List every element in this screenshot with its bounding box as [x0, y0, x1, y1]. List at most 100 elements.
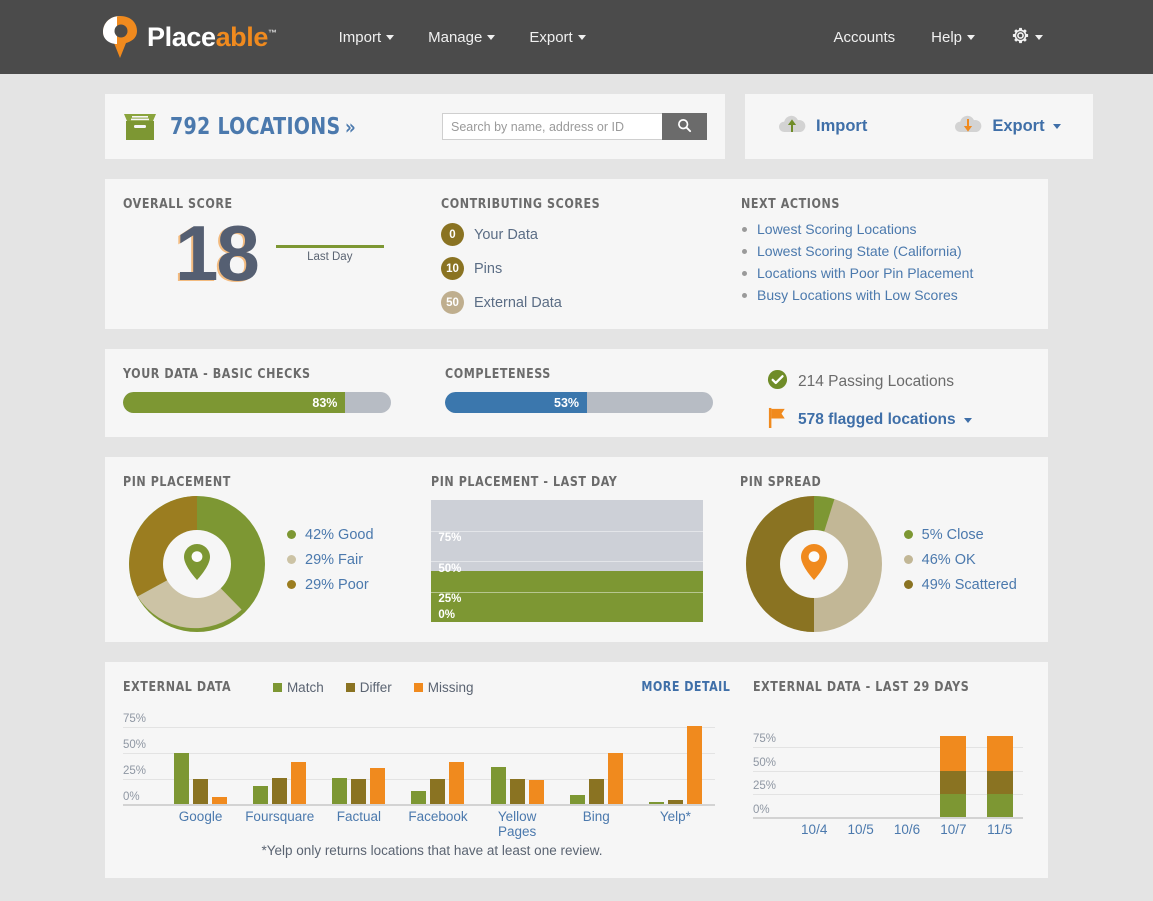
- legend-item: 5% Close: [904, 527, 1017, 543]
- gridline: [431, 592, 703, 593]
- bar: [510, 779, 525, 805]
- basic-checks-progress-fill: 83%: [123, 392, 345, 413]
- nav-item-import[interactable]: Import: [339, 29, 395, 46]
- x-tick-label: Facebook: [398, 809, 477, 824]
- trend-label: Last Day: [276, 251, 384, 263]
- contributing-score-row[interactable]: 50 External Data: [441, 291, 741, 314]
- search-box: [442, 113, 707, 140]
- legend-label: Missing: [428, 680, 474, 695]
- score-badge: 10: [441, 257, 464, 280]
- external-data-title: EXTERNAL DATA: [123, 680, 231, 695]
- passing-summary-section: 214 Passing Locations 578 flagged locati…: [767, 367, 1048, 437]
- locations-count-link[interactable]: 792 LOCATIONS»: [170, 114, 356, 140]
- bar-group: [478, 767, 557, 805]
- contributing-score-row[interactable]: 0 Your Data: [441, 223, 741, 246]
- x-tick-label: Foursquare: [240, 809, 319, 824]
- external-data-section: EXTERNAL DATA Match Differ Missing: [123, 680, 741, 878]
- x-tick-label: Yellow Pages: [478, 809, 557, 839]
- x-tick-label: 10/4: [791, 822, 837, 837]
- y-tick-label: 0%: [753, 804, 770, 816]
- nav-item-export-label: Export: [529, 29, 572, 46]
- flagged-locations-row[interactable]: 578 flagged locations: [767, 406, 1048, 434]
- search-button[interactable]: [662, 113, 707, 140]
- overall-score-section: OVERALL SCORE 18 Last Day: [105, 197, 441, 329]
- map-pin-icon: [182, 543, 212, 586]
- overall-score-row: 18 Last Day: [123, 218, 441, 290]
- progress-card: YOUR DATA - BASIC CHECKS 83% COMPLETENES…: [105, 349, 1048, 437]
- pin-placement-lastday-chart: 75% 50% 25% 0%: [431, 500, 703, 622]
- next-action-item[interactable]: Locations with Poor Pin Placement: [741, 265, 1048, 281]
- legend-color-swatch: [904, 580, 913, 589]
- bar-segment: [940, 794, 966, 818]
- dashboard-page: 792 LOCATIONS»: [105, 74, 1048, 878]
- x-tick-label: Factual: [319, 809, 398, 824]
- search-input[interactable]: [442, 113, 662, 140]
- external-data-recent-chart: 0%25%50%75%: [753, 728, 1023, 818]
- gear-icon: [1011, 26, 1030, 49]
- score-summary-card: OVERALL SCORE 18 Last Day CONTRIBUTING S…: [105, 179, 1048, 329]
- legend-item: Match: [273, 680, 324, 695]
- pin-spread-donut-chart: [746, 496, 882, 632]
- score-badge: 0: [441, 223, 464, 246]
- nav-item-manage[interactable]: Manage: [428, 29, 495, 46]
- export-button[interactable]: Export: [953, 113, 1060, 140]
- pin-spread-legend: 5% Close 46% OK 49% Scattered: [904, 527, 1017, 602]
- legend-item: 49% Scattered: [904, 577, 1017, 593]
- chevron-down-icon: [386, 35, 394, 40]
- external-data-recent-x-labels: 10/410/510/610/711/5: [753, 818, 1023, 840]
- next-actions-list: Lowest Scoring Locations Lowest Scoring …: [741, 221, 1048, 303]
- nav-item-settings[interactable]: [1011, 26, 1043, 49]
- completeness-progressbar: 53%: [445, 392, 713, 413]
- bar: [529, 780, 544, 805]
- nav-item-accounts[interactable]: Accounts: [833, 29, 895, 46]
- bar-group: [930, 736, 976, 818]
- pin-placement-legend: 42% Good 29% Fair 29% Poor: [287, 527, 374, 602]
- bar: [351, 779, 366, 805]
- legend-color-swatch: [414, 683, 423, 692]
- brand-name-able: able: [216, 22, 268, 52]
- import-button[interactable]: Import: [777, 113, 867, 140]
- next-action-item[interactable]: Busy Locations with Low Scores: [741, 287, 1048, 303]
- legend-label: 42% Good: [305, 527, 374, 543]
- bar: [608, 753, 623, 805]
- brand-name: Placeable™: [147, 24, 277, 51]
- legend-item: Differ: [346, 680, 392, 695]
- score-badge: 50: [441, 291, 464, 314]
- next-action-item[interactable]: Lowest Scoring State (California): [741, 243, 1048, 259]
- bar-segment: [940, 771, 966, 795]
- bar: [272, 778, 287, 805]
- header-row: 792 LOCATIONS»: [105, 94, 1048, 159]
- nav-item-help-label: Help: [931, 29, 962, 46]
- brand-logo-link[interactable]: Placeable™: [100, 14, 277, 60]
- pin-spread-section: PIN SPREAD: [740, 475, 1048, 642]
- legend-color-swatch: [904, 555, 913, 564]
- pin-placement-title: PIN PLACEMENT: [123, 475, 416, 490]
- cloud-upload-icon: [777, 113, 807, 140]
- nav-item-export[interactable]: Export: [529, 29, 585, 46]
- legend-item: 29% Poor: [287, 577, 374, 593]
- locations-count-label: 792 LOCATIONS: [170, 114, 340, 140]
- legend-item: 42% Good: [287, 527, 374, 543]
- x-tick-label: 10/6: [884, 822, 930, 837]
- bar-group: [398, 762, 477, 805]
- pin-spread-title: PIN SPREAD: [740, 475, 1033, 490]
- next-action-item[interactable]: Lowest Scoring Locations: [741, 221, 1048, 237]
- chevron-down-icon: [1035, 35, 1043, 40]
- y-tick-label: 75%: [753, 733, 776, 745]
- legend-item: 46% OK: [904, 552, 1017, 568]
- bar: [491, 767, 506, 805]
- legend-color-swatch: [273, 683, 282, 692]
- nav-item-help[interactable]: Help: [931, 29, 975, 46]
- bar: [174, 753, 189, 805]
- legend-label: 5% Close: [922, 527, 984, 543]
- external-data-card: EXTERNAL DATA Match Differ Missing: [105, 662, 1048, 878]
- more-detail-link[interactable]: MORE DETAIL: [642, 680, 731, 695]
- basic-checks-title: YOUR DATA - BASIC CHECKS: [123, 367, 429, 382]
- stacked-bar: [987, 736, 1013, 818]
- y-tick-label: 25%: [753, 780, 776, 792]
- double-chevron-right-icon: »: [345, 115, 356, 139]
- next-actions-title: NEXT ACTIONS: [741, 197, 1033, 212]
- nav-item-accounts-label: Accounts: [833, 29, 895, 46]
- bar-group: [557, 753, 636, 805]
- contributing-score-row[interactable]: 10 Pins: [441, 257, 741, 280]
